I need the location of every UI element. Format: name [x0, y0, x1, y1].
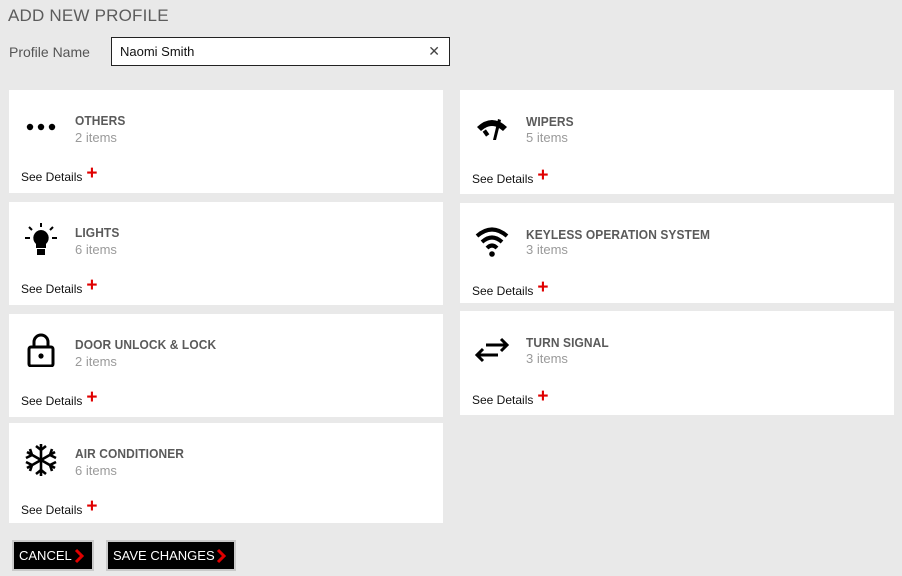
chevron-right-icon: [216, 548, 227, 564]
card-count: 6 items: [75, 463, 117, 478]
plus-icon: +: [537, 386, 549, 407]
lock-icon: [23, 331, 59, 367]
card-count: 5 items: [526, 130, 568, 145]
see-details-label: See Details: [21, 503, 83, 517]
card-title: DOOR UNLOCK & LOCK: [75, 337, 217, 352]
plus-icon: +: [86, 387, 98, 408]
card-air-conditioner: AIR CONDITIONER 6 items See Details +: [9, 423, 443, 523]
see-details-label: See Details: [472, 393, 534, 407]
card-wipers: WIPERS 5 items See Details +: [460, 90, 894, 194]
ellipsis-icon: [23, 109, 59, 145]
plus-icon: +: [537, 165, 549, 186]
card-count: 6 items: [75, 242, 117, 257]
card-title: AIR CONDITIONER: [75, 446, 185, 461]
snowflake-icon: [23, 442, 59, 478]
card-count: 2 items: [75, 130, 117, 145]
card-count: 3 items: [526, 351, 568, 366]
card-count: 2 items: [75, 354, 117, 369]
card-keyless: KEYLESS OPERATION SYSTEM 3 items See Det…: [460, 203, 894, 303]
card-turn-signal: TURN SIGNAL 3 items See Details +: [460, 311, 894, 415]
see-details-link[interactable]: See Details +: [21, 387, 98, 408]
card-title: LIGHTS: [75, 225, 120, 240]
card-others: OTHERS 2 items See Details +: [9, 90, 443, 193]
clear-icon[interactable]: ✕: [428, 43, 440, 59]
see-details-label: See Details: [21, 170, 83, 184]
card-title: WIPERS: [526, 114, 574, 129]
card-count: 3 items: [526, 242, 568, 257]
see-details-label: See Details: [21, 394, 83, 408]
wifi-icon: [474, 223, 510, 259]
see-details-link[interactable]: See Details +: [21, 163, 98, 184]
see-details-label: See Details: [472, 172, 534, 186]
plus-icon: +: [86, 275, 98, 296]
see-details-label: See Details: [21, 282, 83, 296]
lightbulb-icon: [23, 222, 59, 258]
see-details-link[interactable]: See Details +: [472, 277, 549, 298]
save-changes-button-label: SAVE CHANGES: [113, 548, 215, 563]
plus-icon: +: [86, 496, 98, 517]
page-title: ADD NEW PROFILE: [8, 6, 169, 25]
profile-name-input[interactable]: [120, 38, 420, 65]
card-title: OTHERS: [75, 113, 126, 128]
card-door-lock: DOOR UNLOCK & LOCK 2 items See Details +: [9, 314, 443, 417]
cancel-button-label: CANCEL: [19, 548, 72, 563]
chevron-right-icon: [74, 548, 85, 564]
plus-icon: +: [537, 277, 549, 298]
profile-name-label: Profile Name: [9, 44, 90, 60]
card-title: TURN SIGNAL: [526, 335, 609, 350]
see-details-label: See Details: [472, 284, 534, 298]
plus-icon: +: [86, 163, 98, 184]
save-changes-button[interactable]: SAVE CHANGES: [106, 540, 236, 571]
swap-arrows-icon: [474, 332, 510, 368]
wiper-icon: [474, 110, 510, 146]
card-title: KEYLESS OPERATION SYSTEM: [526, 227, 711, 242]
see-details-link[interactable]: See Details +: [21, 496, 98, 517]
see-details-link[interactable]: See Details +: [472, 386, 549, 407]
profile-name-field[interactable]: ✕: [111, 37, 450, 66]
see-details-link[interactable]: See Details +: [21, 275, 98, 296]
card-lights: LIGHTS 6 items See Details +: [9, 202, 443, 305]
see-details-link[interactable]: See Details +: [472, 165, 549, 186]
cancel-button[interactable]: CANCEL: [12, 540, 94, 571]
